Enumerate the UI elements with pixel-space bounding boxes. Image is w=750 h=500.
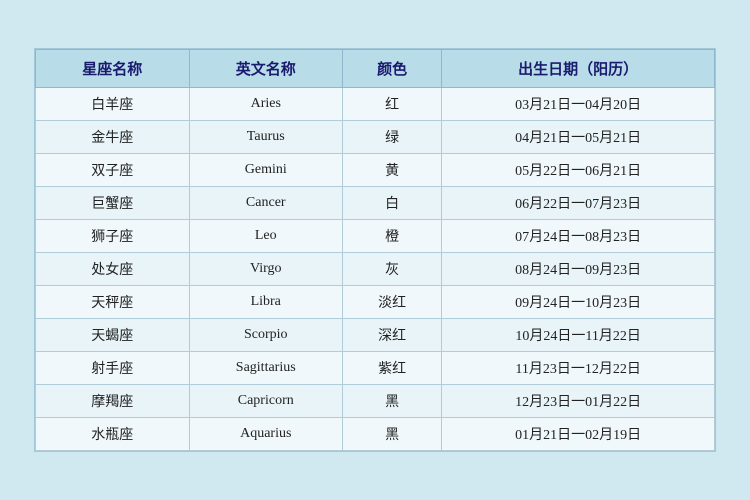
table-cell-5-1: Virgo xyxy=(189,253,343,286)
table-cell-8-1: Sagittarius xyxy=(189,352,343,385)
table-header-cell: 星座名称 xyxy=(36,50,190,88)
table-cell-1-0: 金牛座 xyxy=(36,121,190,154)
table-cell-6-1: Libra xyxy=(189,286,343,319)
table-cell-9-2: 黑 xyxy=(343,385,442,418)
table-cell-7-2: 深红 xyxy=(343,319,442,352)
table-row: 白羊座Aries红03月21日一04月20日 xyxy=(36,88,715,121)
zodiac-table-container: 星座名称英文名称颜色出生日期（阳历） 白羊座Aries红03月21日一04月20… xyxy=(34,48,716,452)
table-cell-2-1: Gemini xyxy=(189,154,343,187)
table-cell-6-2: 淡红 xyxy=(343,286,442,319)
table-row: 金牛座Taurus绿04月21日一05月21日 xyxy=(36,121,715,154)
table-cell-6-3: 09月24日一10月23日 xyxy=(442,286,715,319)
table-cell-7-0: 天蝎座 xyxy=(36,319,190,352)
table-cell-10-0: 水瓶座 xyxy=(36,418,190,451)
table-header-cell: 英文名称 xyxy=(189,50,343,88)
table-header-row: 星座名称英文名称颜色出生日期（阳历） xyxy=(36,50,715,88)
table-cell-2-3: 05月22日一06月21日 xyxy=(442,154,715,187)
table-cell-3-0: 巨蟹座 xyxy=(36,187,190,220)
table-cell-8-0: 射手座 xyxy=(36,352,190,385)
table-cell-9-0: 摩羯座 xyxy=(36,385,190,418)
table-cell-9-1: Capricorn xyxy=(189,385,343,418)
table-row: 天秤座Libra淡红09月24日一10月23日 xyxy=(36,286,715,319)
table-cell-5-2: 灰 xyxy=(343,253,442,286)
table-row: 巨蟹座Cancer白06月22日一07月23日 xyxy=(36,187,715,220)
table-row: 射手座Sagittarius紫红11月23日一12月22日 xyxy=(36,352,715,385)
table-cell-5-0: 处女座 xyxy=(36,253,190,286)
table-cell-9-3: 12月23日一01月22日 xyxy=(442,385,715,418)
table-cell-0-3: 03月21日一04月20日 xyxy=(442,88,715,121)
table-row: 处女座Virgo灰08月24日一09月23日 xyxy=(36,253,715,286)
table-cell-10-2: 黑 xyxy=(343,418,442,451)
table-cell-7-1: Scorpio xyxy=(189,319,343,352)
table-cell-1-1: Taurus xyxy=(189,121,343,154)
table-cell-5-3: 08月24日一09月23日 xyxy=(442,253,715,286)
table-row: 天蝎座Scorpio深红10月24日一11月22日 xyxy=(36,319,715,352)
table-header-cell: 出生日期（阳历） xyxy=(442,50,715,88)
table-cell-1-2: 绿 xyxy=(343,121,442,154)
table-cell-4-0: 狮子座 xyxy=(36,220,190,253)
table-cell-3-1: Cancer xyxy=(189,187,343,220)
zodiac-table: 星座名称英文名称颜色出生日期（阳历） 白羊座Aries红03月21日一04月20… xyxy=(35,49,715,451)
table-row: 狮子座Leo橙07月24日一08月23日 xyxy=(36,220,715,253)
table-cell-8-3: 11月23日一12月22日 xyxy=(442,352,715,385)
table-cell-0-0: 白羊座 xyxy=(36,88,190,121)
table-cell-2-0: 双子座 xyxy=(36,154,190,187)
table-cell-4-2: 橙 xyxy=(343,220,442,253)
table-cell-7-3: 10月24日一11月22日 xyxy=(442,319,715,352)
table-cell-0-2: 红 xyxy=(343,88,442,121)
table-cell-8-2: 紫红 xyxy=(343,352,442,385)
table-cell-6-0: 天秤座 xyxy=(36,286,190,319)
table-cell-10-3: 01月21日一02月19日 xyxy=(442,418,715,451)
table-header-cell: 颜色 xyxy=(343,50,442,88)
table-row: 摩羯座Capricorn黑12月23日一01月22日 xyxy=(36,385,715,418)
table-row: 双子座Gemini黄05月22日一06月21日 xyxy=(36,154,715,187)
table-cell-2-2: 黄 xyxy=(343,154,442,187)
table-cell-4-3: 07月24日一08月23日 xyxy=(442,220,715,253)
table-cell-10-1: Aquarius xyxy=(189,418,343,451)
table-cell-4-1: Leo xyxy=(189,220,343,253)
table-row: 水瓶座Aquarius黑01月21日一02月19日 xyxy=(36,418,715,451)
table-cell-0-1: Aries xyxy=(189,88,343,121)
table-cell-3-3: 06月22日一07月23日 xyxy=(442,187,715,220)
table-cell-3-2: 白 xyxy=(343,187,442,220)
table-cell-1-3: 04月21日一05月21日 xyxy=(442,121,715,154)
